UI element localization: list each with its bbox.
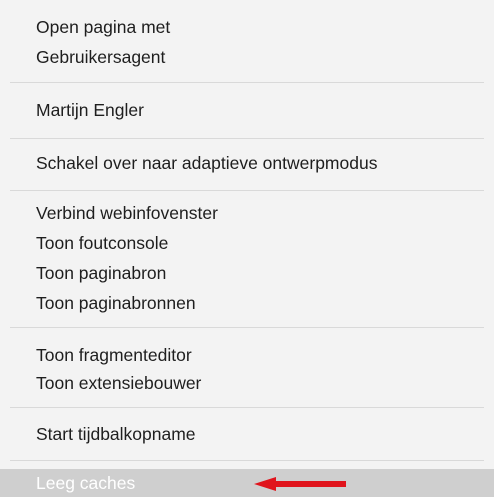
menu-item-label: Toon fragmenteditor: [36, 345, 192, 365]
context-menu: Open pagina met Gebruikersagent Martijn …: [0, 0, 494, 497]
menu-item-martijn-engler[interactable]: Martijn Engler: [0, 95, 494, 125]
menu-item-label: Toon foutconsole: [36, 233, 169, 253]
menu-item-adaptieve-ontwerpmodus[interactable]: Schakel over naar adaptieve ontwerpmodus: [0, 148, 494, 178]
red-arrow-annotation-icon: [254, 477, 346, 491]
menu-item-toon-foutconsole[interactable]: Toon foutconsole: [0, 228, 494, 258]
menu-item-leeg-caches[interactable]: Leeg caches: [0, 469, 494, 497]
menu-item-label: Toon extensiebouwer: [36, 373, 202, 393]
menu-item-label: Leeg caches: [36, 473, 136, 493]
menu-item-label: Open pagina met: [36, 17, 171, 37]
menu-item-start-tijdbalkopname[interactable]: Start tijdbalkopname: [0, 419, 494, 449]
menu-item-toon-extensiebouwer[interactable]: Toon extensiebouwer: [0, 368, 494, 398]
menu-item-label: Toon paginabronnen: [36, 293, 196, 313]
menu-item-label: Gebruikersagent: [36, 47, 166, 67]
menu-separator: [10, 407, 484, 408]
menu-item-open-pagina-met[interactable]: Open pagina met: [0, 12, 494, 42]
menu-separator: [10, 460, 484, 461]
menu-item-label: Martijn Engler: [36, 100, 144, 120]
menu-item-verbind-webinfovenster[interactable]: Verbind webinfovenster: [0, 198, 494, 228]
menu-item-toon-paginabronnen[interactable]: Toon paginabronnen: [0, 288, 494, 318]
menu-item-toon-paginabron[interactable]: Toon paginabron: [0, 258, 494, 288]
menu-separator: [10, 82, 484, 83]
menu-item-label: Verbind webinfovenster: [36, 203, 218, 223]
menu-item-gebruikersagent[interactable]: Gebruikersagent: [0, 42, 494, 72]
menu-item-label: Toon paginabron: [36, 263, 167, 283]
menu-separator: [10, 190, 484, 191]
menu-item-label: Schakel over naar adaptieve ontwerpmodus: [36, 153, 378, 173]
menu-item-label: Start tijdbalkopname: [36, 424, 196, 444]
menu-separator: [10, 327, 484, 328]
menu-item-toon-fragmenteditor[interactable]: Toon fragmenteditor: [0, 340, 494, 370]
menu-separator: [10, 138, 484, 139]
